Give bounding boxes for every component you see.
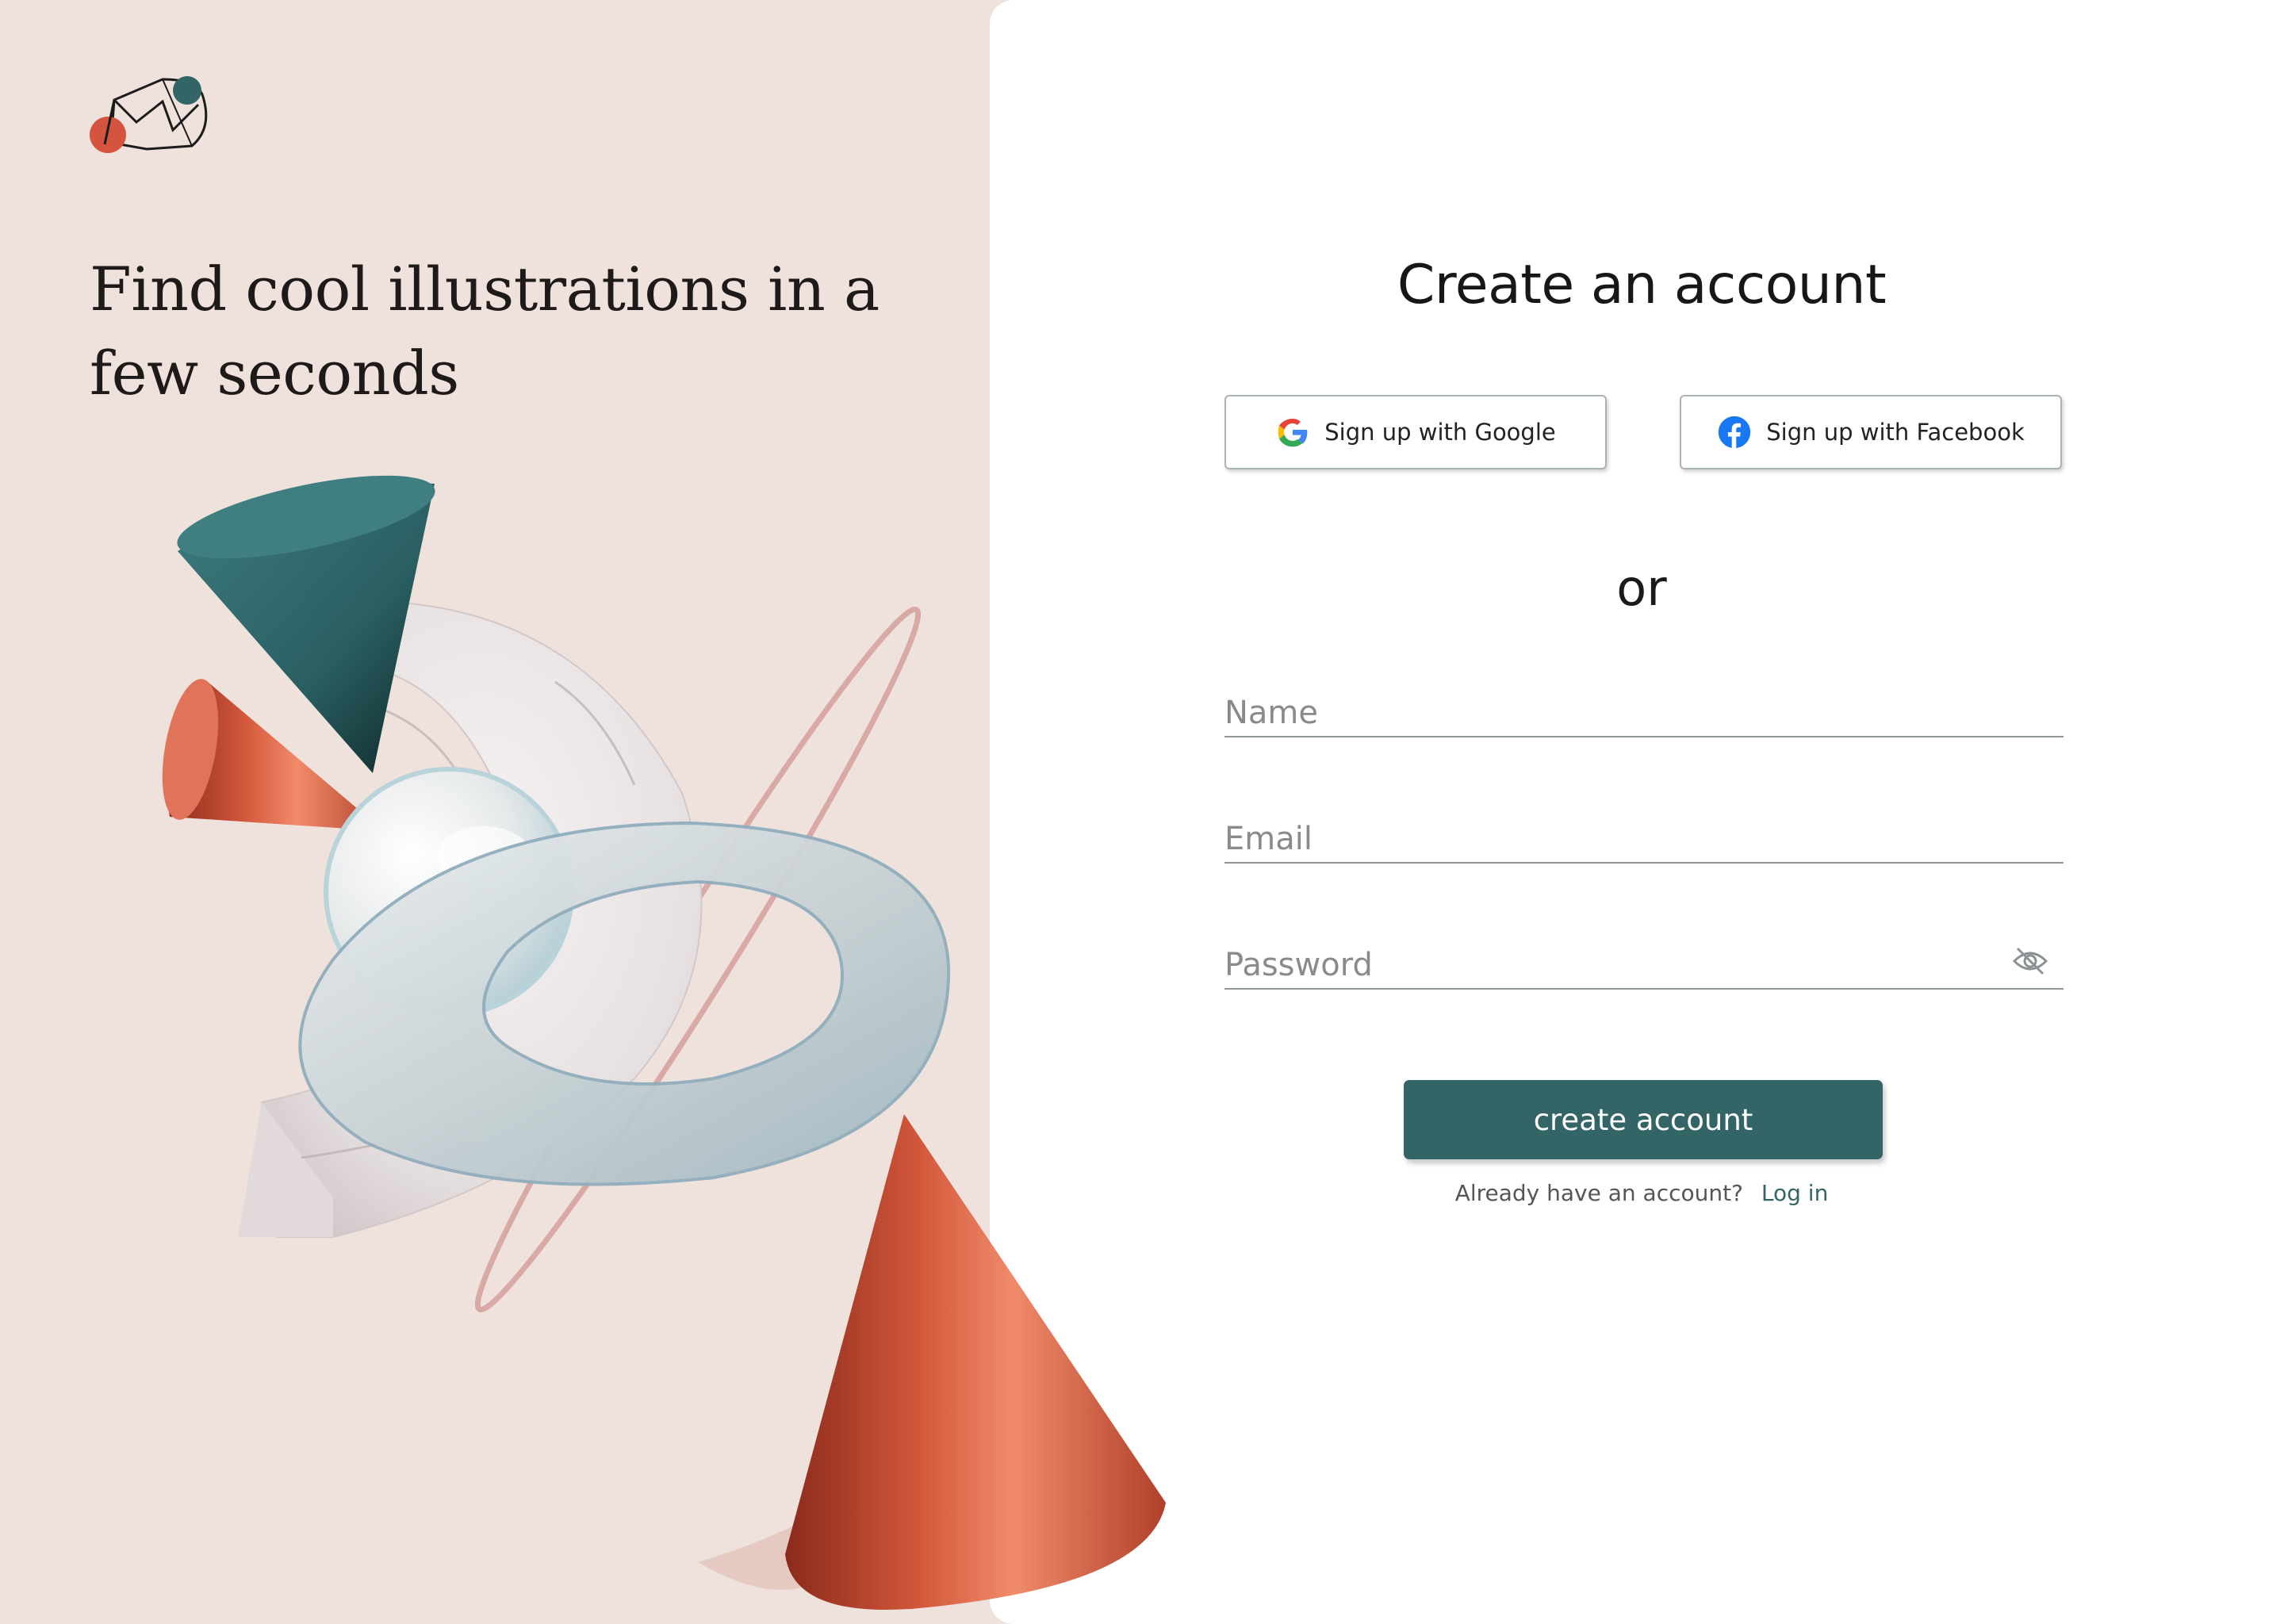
email-input[interactable] [1224, 821, 1986, 857]
facebook-signup-button[interactable]: Sign up with Facebook [1680, 395, 2062, 469]
3d-shapes-illustration [162, 475, 1166, 1611]
form-title: Create an account [1397, 254, 1887, 316]
password-field [1224, 920, 2064, 990]
email-field [1224, 794, 2064, 864]
name-field [1224, 668, 2064, 737]
login-prompt: Already have an account? Log in [1221, 1180, 2062, 1206]
google-icon [1278, 419, 1308, 447]
create-account-button[interactable]: create account [1404, 1080, 1883, 1159]
hero-headline: Find cool illustrations in a few seconds [90, 254, 879, 408]
facebook-icon [1719, 416, 1751, 449]
google-signup-button[interactable]: Sign up with Google [1224, 395, 1607, 469]
eye-off-icon[interactable] [2011, 942, 2049, 980]
page: Find cool illustrations in a few seconds [0, 0, 2284, 1624]
abstract-envelope-logo-icon[interactable] [87, 73, 214, 162]
google-signup-label: Sign up with Google [1324, 419, 1556, 446]
or-divider: or [1616, 559, 1667, 617]
name-input[interactable] [1224, 695, 1986, 731]
login-link[interactable]: Log in [1761, 1180, 1828, 1206]
password-input[interactable] [1224, 947, 1986, 983]
facebook-signup-label: Sign up with Facebook [1766, 419, 2025, 446]
already-have-account-text: Already have an account? [1454, 1180, 1743, 1206]
